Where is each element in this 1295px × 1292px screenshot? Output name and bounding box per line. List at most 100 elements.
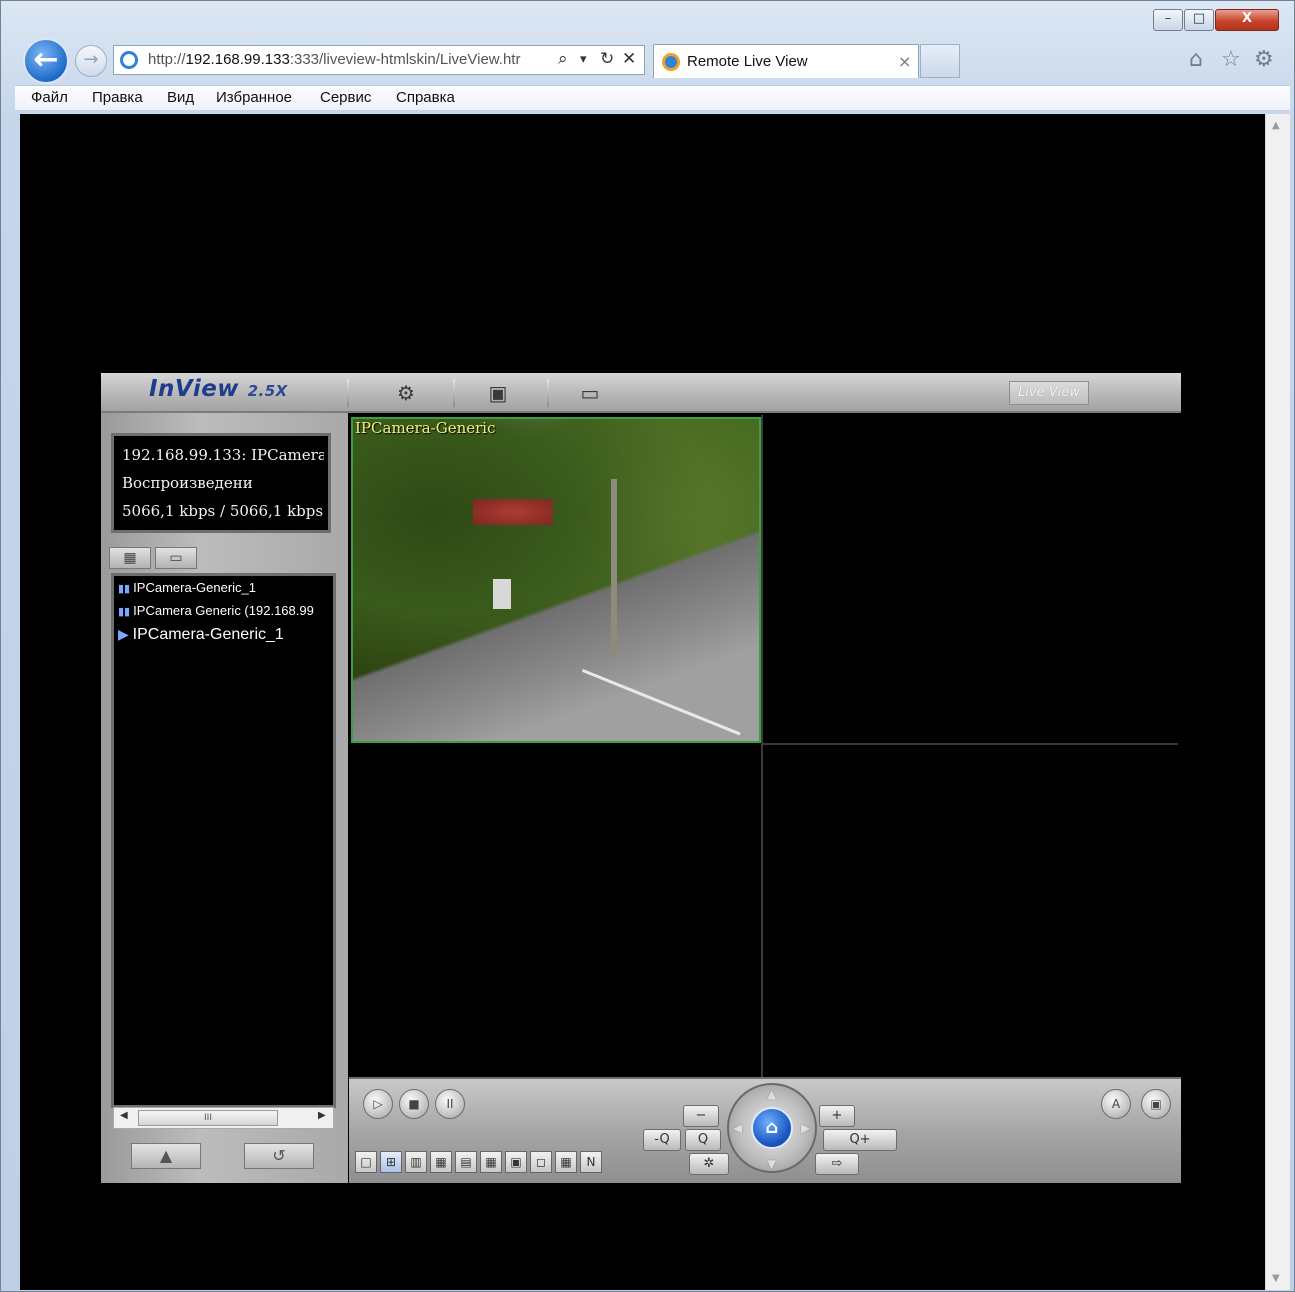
menu-tools[interactable]: Сервис xyxy=(320,89,371,106)
tab-title: Remote Live View xyxy=(687,53,808,70)
ptz-minus-button[interactable]: − xyxy=(683,1105,719,1127)
info-status: Воспроизведени xyxy=(122,474,253,492)
tree-item[interactable]: ▮▮ IPCamera-Generic_1 xyxy=(118,580,256,595)
pan-up-icon[interactable]: ▲ xyxy=(767,1087,776,1101)
video-cell-3[interactable] xyxy=(349,745,761,1077)
info-camera: 192.168.99.133: IPCamera xyxy=(122,446,324,464)
stop-icon[interactable]: ✕ xyxy=(622,49,636,69)
scroll-thumb[interactable]: III xyxy=(138,1110,278,1126)
dropdown-icon[interactable]: ▾ xyxy=(580,52,587,67)
user-button[interactable]: ▲ xyxy=(131,1143,201,1169)
stream-info-box: 192.168.99.133: IPCamera Воспроизведени … xyxy=(111,433,331,533)
info-bitrate: 5066,1 kbps / 5066,1 kbps xyxy=(122,502,324,520)
monitor-settings-icon[interactable]: ▭ xyxy=(573,379,607,407)
settings-gear-icon[interactable]: ⚙ xyxy=(1254,47,1274,72)
menu-favorites[interactable]: Избранное xyxy=(216,89,292,106)
layout-1p5-button[interactable]: ▥ xyxy=(405,1151,427,1173)
menu-edit[interactable]: Правка xyxy=(92,89,143,106)
fullscreen-icon: ▣ xyxy=(1150,1097,1162,1111)
layout-4x4-button[interactable]: ▦ xyxy=(480,1151,502,1173)
red-foliage xyxy=(473,499,553,525)
close-window-button[interactable]: X xyxy=(1215,9,1279,31)
home-icon: ⌂ xyxy=(765,1117,779,1138)
play-button[interactable]: ▷ xyxy=(363,1089,393,1119)
refresh-icon[interactable]: ↻ xyxy=(600,49,614,69)
ptz-plus-button[interactable]: + xyxy=(819,1105,855,1127)
url-text[interactable]: http://192.168.99.133:333/liveview-htmls… xyxy=(148,51,520,68)
menu-view[interactable]: Вид xyxy=(167,89,194,106)
stop-icon: ■ xyxy=(408,1097,420,1111)
menu-file[interactable]: Файл xyxy=(31,89,68,106)
tab-device-tree[interactable]: ▦ xyxy=(109,547,151,569)
left-sidebar: 192.168.99.133: IPCamera Воспроизведени … xyxy=(101,413,348,1183)
camera-list-icon: ▭ xyxy=(169,550,183,566)
forward-button[interactable]: → xyxy=(75,45,107,77)
layout-2x2-button[interactable]: ⊞ xyxy=(380,1151,402,1173)
scroll-up-icon[interactable]: ▲ xyxy=(1272,120,1280,131)
pan-down-icon[interactable]: ▼ xyxy=(767,1157,776,1171)
forward-arrow-icon: → xyxy=(83,49,99,70)
minimize-button[interactable]: – xyxy=(1153,9,1183,31)
tab-close-icon[interactable]: × xyxy=(898,52,911,71)
tree-horizontal-scrollbar[interactable]: ◀ III ▶ xyxy=(113,1107,334,1129)
address-bar[interactable]: http://192.168.99.133:333/liveview-htmls… xyxy=(113,45,645,75)
scroll-left-icon[interactable]: ◀ xyxy=(120,1110,128,1121)
auto-icon: A xyxy=(1111,1097,1121,1111)
menu-help[interactable]: Справка xyxy=(396,89,455,106)
menu-bar: Файл Правка Вид Избранное Сервис Справка xyxy=(15,85,1290,111)
tree-item[interactable]: ▮▮ IPCamera Generic (192.168.99 xyxy=(118,603,314,618)
layout-3x3-button[interactable]: ▦ xyxy=(430,1151,452,1173)
recording-icon[interactable]: ▣ xyxy=(481,379,515,407)
toolbar-divider xyxy=(347,379,349,407)
tab-cameras[interactable]: ▭ xyxy=(155,547,197,569)
scroll-down-icon[interactable]: ▼ xyxy=(1272,1273,1280,1284)
camera-reel-icon[interactable]: ⚙ xyxy=(389,379,423,407)
video-cell-4[interactable] xyxy=(763,745,1178,1077)
ptz-settings-button[interactable]: ✲ xyxy=(689,1153,729,1175)
title-bar: – □ X ← → http://192.168.99.133:333/live… xyxy=(1,1,1294,87)
camera-play-icon: ▶ xyxy=(118,626,133,642)
video-cell-2[interactable] xyxy=(763,415,1178,743)
tab-remote-live-view[interactable]: Remote Live View × xyxy=(653,44,919,78)
inview-panel: InView 2.5X ⚙ ▣ ▭ Live View 192.168.99.1… xyxy=(101,373,1181,1183)
ptz-zoom-button[interactable]: Q xyxy=(685,1129,721,1151)
layout-custom-button[interactable]: N xyxy=(580,1151,602,1173)
ptz-home-button[interactable]: ⌂ xyxy=(751,1107,793,1149)
back-button[interactable]: ← xyxy=(23,38,69,84)
vertical-scrollbar[interactable]: ▲ ▼ xyxy=(1265,114,1290,1290)
undo-button[interactable]: ↺ xyxy=(244,1143,314,1169)
layout-1x1-button[interactable]: □ xyxy=(355,1151,377,1173)
ptz-zoom-in-button[interactable]: Q+ xyxy=(823,1129,897,1151)
inview-logo: InView 2.5X xyxy=(149,376,288,402)
fullscreen-button[interactable]: ▣ xyxy=(1141,1089,1171,1119)
maximize-button[interactable]: □ xyxy=(1184,9,1214,31)
ptz-next-button[interactable]: ⇨ xyxy=(815,1153,859,1175)
play-icon: ▷ xyxy=(373,1097,383,1111)
road-marking xyxy=(581,669,741,736)
layout-5x5-button[interactable]: ▦ xyxy=(555,1151,577,1173)
pause-icon: II xyxy=(446,1097,454,1111)
pan-right-icon[interactable]: ▶ xyxy=(801,1121,810,1135)
pan-left-icon[interactable]: ◀ xyxy=(733,1121,742,1135)
toolbar-divider xyxy=(453,379,455,407)
scroll-right-icon[interactable]: ▶ xyxy=(318,1110,326,1121)
tree-item-camera[interactable]: ▶ IPCamera-Generic_1 xyxy=(118,626,284,644)
ptz-joystick[interactable]: ▲ ▼ ◀ ▶ ⌂ xyxy=(727,1083,817,1173)
video-cell-1[interactable]: IPCamera-Generic xyxy=(351,417,761,743)
layout-1p7-button[interactable]: ▤ xyxy=(455,1151,477,1173)
live-view-button[interactable]: Live View xyxy=(1009,381,1089,405)
pause-button[interactable]: II xyxy=(435,1089,465,1119)
ptz-zoom-out-button[interactable]: -Q xyxy=(643,1129,681,1151)
home-icon[interactable]: ⌂ xyxy=(1189,47,1203,72)
auto-button[interactable]: A xyxy=(1101,1089,1131,1119)
stop-button[interactable]: ■ xyxy=(399,1089,429,1119)
search-icon[interactable]: ⌕ xyxy=(558,49,568,69)
layout-center-button[interactable]: ◻ xyxy=(530,1151,552,1173)
inview-version: 2.5X xyxy=(247,382,288,400)
back-arrow-icon: ← xyxy=(33,42,59,77)
server-icon: ▮▮ xyxy=(118,606,134,618)
inview-toolbar: InView 2.5X ⚙ ▣ ▭ Live View xyxy=(101,373,1181,413)
layout-1p12-button[interactable]: ▣ xyxy=(505,1151,527,1173)
favorites-star-icon[interactable]: ☆ xyxy=(1221,47,1241,72)
new-tab-button[interactable] xyxy=(920,44,960,78)
